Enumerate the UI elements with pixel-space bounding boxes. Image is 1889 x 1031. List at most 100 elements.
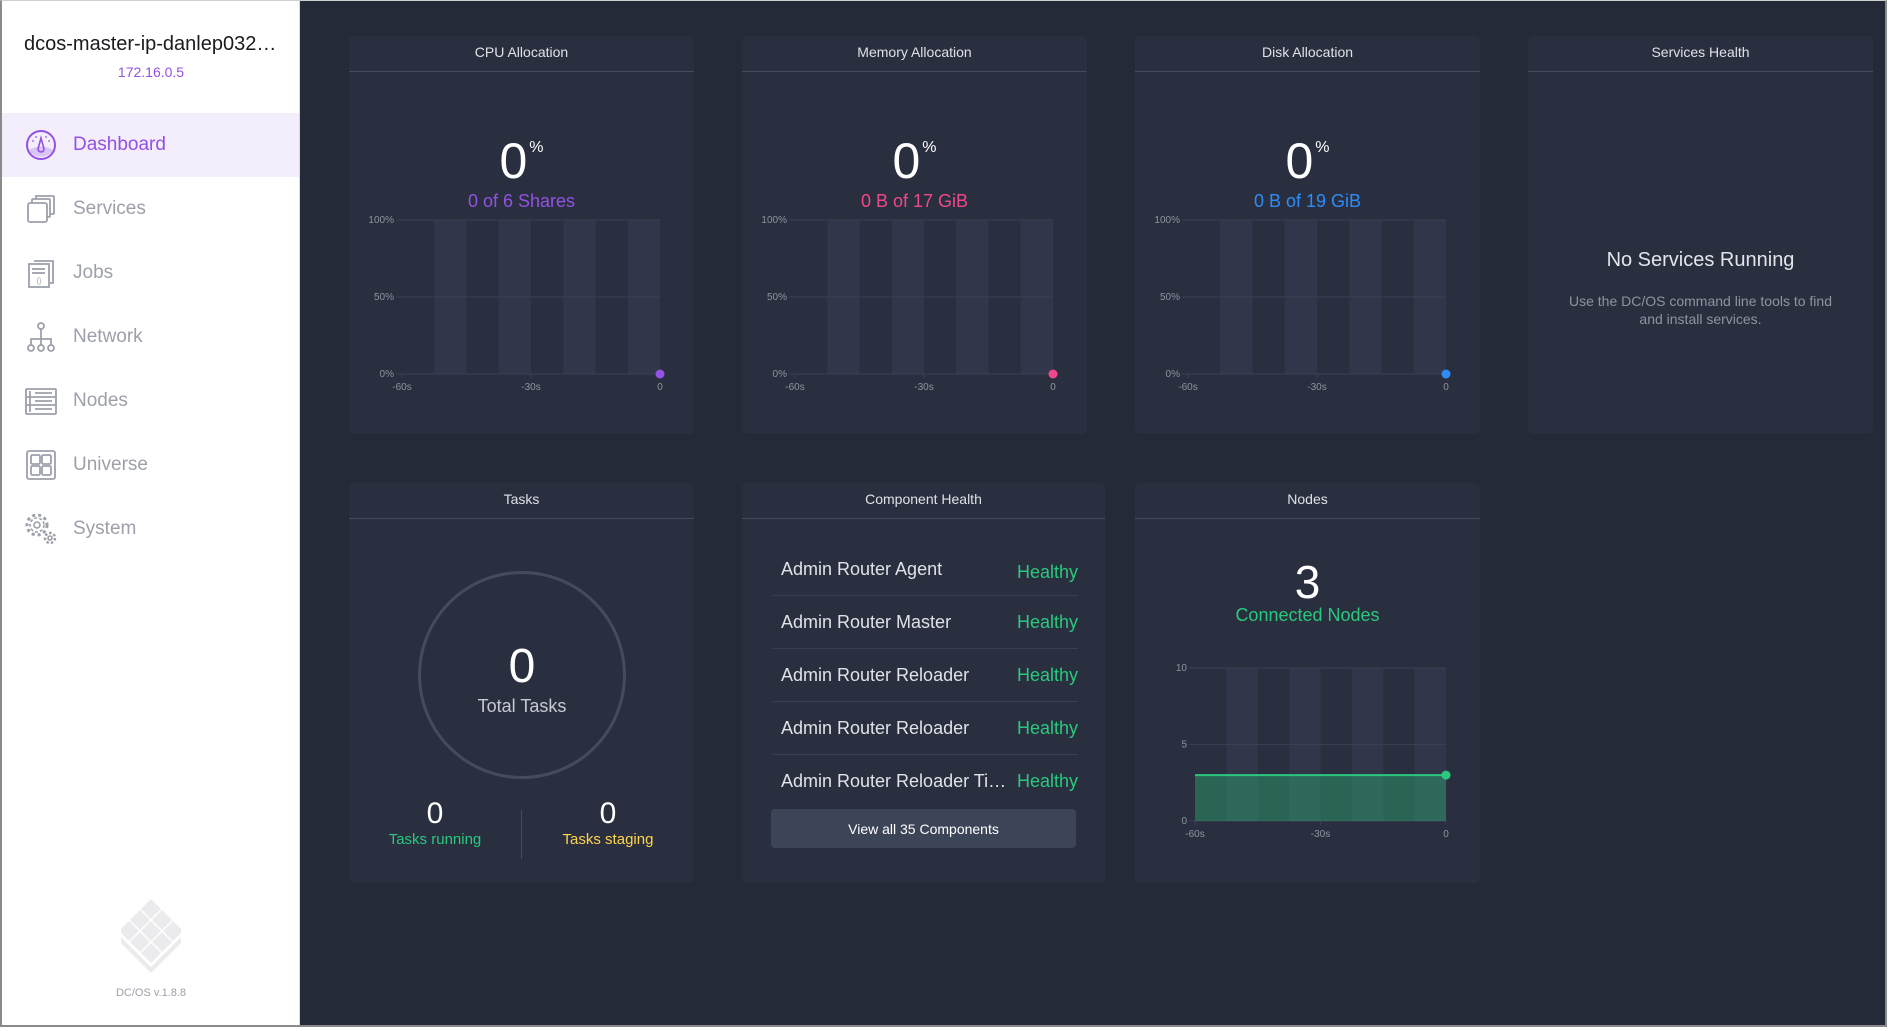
chart-data-point [655, 369, 665, 379]
component-status: Healthy [1016, 717, 1078, 738]
x-tick-label: 0 [1443, 382, 1449, 393]
component-row[interactable]: Admin Router Reloader Healthy [773, 649, 1078, 702]
sidebar-item-network[interactable]: Network [2, 305, 299, 369]
y-tick-label: 50% [374, 292, 394, 303]
component-row[interactable]: Admin Router Reloader Ti… Healthy [773, 755, 1078, 808]
y-tick-label: 0 [1181, 816, 1187, 827]
y-tick-label: 100% [1154, 215, 1180, 226]
tasks-panel: Tasks 0 Total Tasks 0 Tasks running 0 Ta… [349, 483, 694, 883]
sidebar-item-label: Dashboard [73, 134, 166, 155]
sidebar-item-dashboard[interactable]: Dashboard [2, 113, 299, 177]
tasks-staging-label: Tasks staging [562, 831, 654, 848]
sidebar-item-label: Nodes [73, 390, 128, 411]
app-window: dcos-master-ip-danlep032… 172.16.0.5 Das… [0, 0, 1887, 1027]
component-status: Healthy [1016, 611, 1078, 632]
tasks-running-stat: 0 Tasks running [349, 797, 521, 849]
sidebar-item-services[interactable]: Services [2, 177, 299, 241]
jobs-icon: {} [24, 256, 58, 290]
tasks-running-count: 0 [426, 797, 444, 830]
x-tick-label: -30s [1311, 829, 1330, 840]
chart-area-fill [1195, 775, 1446, 821]
dcos-version: DC/OS v.1.8.8 [115, 987, 187, 999]
tasks-running-label: Tasks running [388, 831, 482, 848]
x-tick-label: 0 [1443, 829, 1449, 840]
chart-data-point [1048, 369, 1058, 379]
system-gears-icon [24, 512, 58, 546]
dashboard-gauge-icon [24, 128, 58, 162]
sidebar-item-label: Services [73, 198, 146, 219]
x-tick-label: -60s [1178, 382, 1197, 393]
universe-grid-icon [24, 448, 58, 482]
chart-data-point [1441, 369, 1451, 379]
disk-allocation-panel: Disk Allocation 0% 0 B of 19 GiB 0% 50% 10… [1135, 36, 1480, 434]
sidebar-item-label: Network [73, 326, 143, 347]
component-row[interactable]: Admin Router Master Healthy [773, 596, 1078, 649]
y-tick-label: 100% [761, 215, 787, 226]
y-tick-label: 50% [1160, 292, 1180, 303]
y-tick-label: 50% [767, 292, 787, 303]
memory-allocation-panel: Memory Allocation 0% 0 B of 17 GiB 0% 50%… [742, 36, 1087, 434]
y-tick-label: 0% [1166, 369, 1181, 380]
x-tick-label: -30s [521, 382, 540, 393]
y-tick-label: 5 [1181, 740, 1187, 751]
connected-nodes-chart: 0 5 10 -60s -30s 0 [1176, 663, 1451, 840]
sidebar: dcos-master-ip-danlep032… 172.16.0.5 Das… [2, 1, 300, 1025]
tasks-staging-stat: 0 Tasks staging [522, 797, 694, 849]
x-tick-label: -30s [1307, 382, 1326, 393]
component-status: Healthy [1016, 771, 1078, 791]
sidebar-item-universe[interactable]: Universe [2, 433, 299, 497]
total-tasks-label: Total Tasks [477, 696, 567, 716]
component-name: Admin Router Reloader [781, 717, 970, 738]
panel-title: Services Health [1528, 36, 1873, 72]
svg-text:{}: {} [37, 278, 42, 285]
component-health-panel: Component Health Admin Router Agent Heal… [742, 483, 1105, 883]
empty-state-title: No Services Running [1606, 249, 1795, 271]
memory-allocation-chart: 0% 50% 100% -60s -30s 0 [761, 215, 1058, 393]
sidebar-item-system[interactable]: System [2, 497, 299, 561]
panel-title: Component Health [742, 483, 1105, 519]
nodes-panel: Nodes 3 Connected Nodes 0 5 10 -60s -30s 0 [1135, 483, 1480, 883]
component-name: Admin Router Reloader [781, 664, 970, 685]
y-tick-label: 100% [368, 215, 394, 226]
x-tick-label: 0 [657, 382, 663, 393]
disk-allocation-chart: 0% 50% 100% -60s -30s 0 [1154, 215, 1451, 393]
cpu-allocation-chart: 0% 50% 100% -60s -30s 0 [368, 215, 665, 393]
x-tick-label: -60s [785, 382, 804, 393]
sidebar-item-label: System [73, 518, 137, 539]
chart-data-point [1441, 770, 1451, 780]
services-health-panel: Services Health No Services Running Use … [1528, 36, 1873, 434]
y-tick-label: 0% [380, 369, 395, 380]
services-stack-icon [24, 192, 58, 226]
total-tasks-ring: 0 Total Tasks [418, 571, 626, 779]
x-tick-label: -60s [1185, 829, 1204, 840]
cpu-allocation-panel: CPU Allocation 0% 0 of 6 Shares 0% 50% 100… [349, 36, 694, 434]
y-tick-label: 0% [773, 369, 788, 380]
component-name: Admin Router Agent [781, 558, 943, 579]
total-tasks-count: 0 [508, 640, 536, 693]
network-icon [24, 320, 58, 354]
cluster-ip: 172.16.0.5 [117, 64, 185, 80]
component-name: Admin Router Reloader Ti… [781, 771, 1007, 791]
nodes-server-icon [24, 384, 58, 418]
panel-title: Tasks [349, 483, 694, 519]
dcos-logo-icon [119, 897, 183, 977]
x-tick-label: 0 [1050, 382, 1056, 393]
sidebar-nav: Dashboard Services {} Jobs Network Nodes… [2, 113, 299, 561]
component-row[interactable]: Admin Router Agent Healthy [773, 543, 1078, 596]
x-tick-label: -30s [914, 382, 933, 393]
view-all-components-button[interactable]: View all 35 Components [771, 809, 1076, 848]
x-tick-label: -60s [392, 382, 411, 393]
tasks-staging-count: 0 [599, 797, 617, 830]
component-status: Healthy [1016, 664, 1078, 685]
sidebar-item-label: Universe [73, 454, 148, 475]
y-tick-label: 10 [1176, 663, 1188, 674]
sidebar-item-nodes[interactable]: Nodes [2, 369, 299, 433]
sidebar-item-label: Jobs [73, 262, 114, 283]
sidebar-item-jobs[interactable]: {} Jobs [2, 241, 299, 305]
component-list: Admin Router Agent Healthy Admin Router … [773, 543, 1078, 808]
component-status: Healthy [1016, 561, 1078, 582]
component-name: Admin Router Master [781, 611, 952, 632]
cluster-hostname[interactable]: dcos-master-ip-danlep032… [24, 33, 284, 56]
empty-state-description: Use the DC/OS command line tools to find… [1568, 293, 1832, 327]
component-row[interactable]: Admin Router Reloader Healthy [773, 702, 1078, 755]
